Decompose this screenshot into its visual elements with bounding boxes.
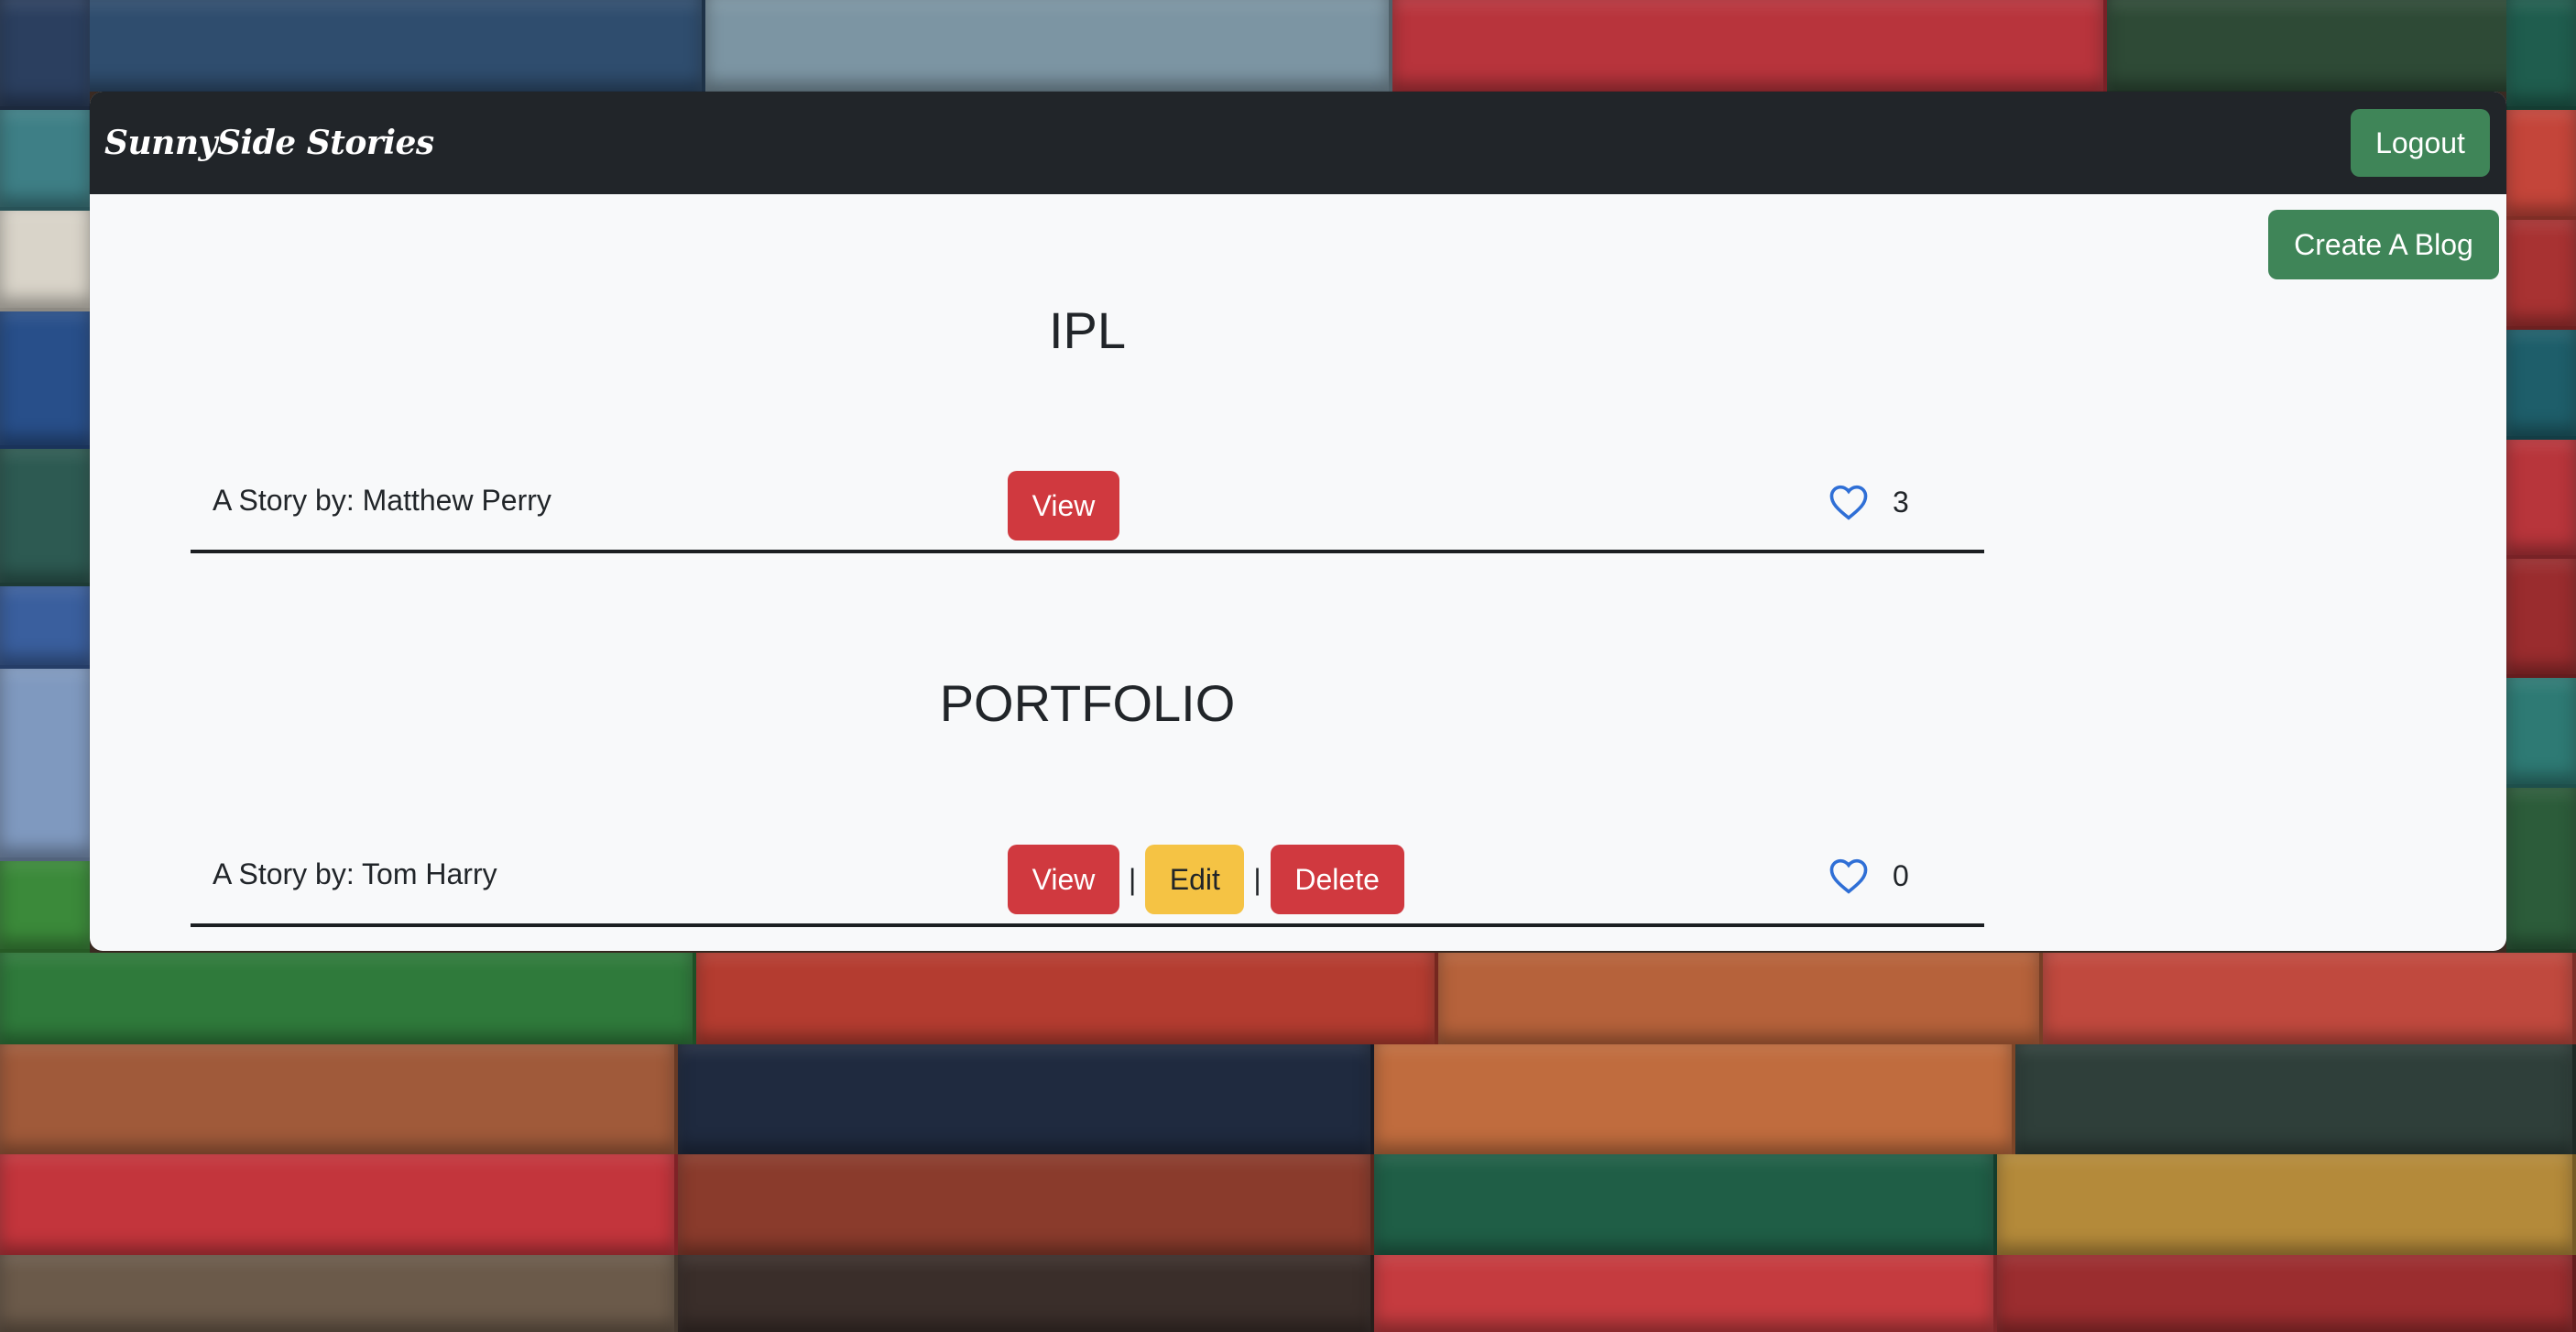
like-group: 3 xyxy=(1828,484,1909,520)
logout-button[interactable]: Logout xyxy=(2351,109,2490,177)
view-button[interactable]: View xyxy=(1008,471,1119,540)
delete-button[interactable]: Delete xyxy=(1270,845,1404,914)
post-actions: View xyxy=(1008,471,1119,540)
heart-outline-icon[interactable] xyxy=(1828,484,1869,520)
create-blog-button[interactable]: Create A Blog xyxy=(2268,210,2499,279)
heart-outline-icon[interactable] xyxy=(1828,857,1869,894)
edit-button[interactable]: Edit xyxy=(1145,845,1245,914)
view-button[interactable]: View xyxy=(1008,845,1119,914)
like-count: 3 xyxy=(1893,485,1909,519)
post-actions: View | Edit | Delete xyxy=(1008,845,1404,914)
post-meta-row: A Story by: Tom Harry View | Edit | Dele… xyxy=(191,845,1984,927)
action-separator: | xyxy=(1253,862,1261,896)
post-title: IPL xyxy=(1048,301,1127,359)
like-group: 0 xyxy=(1828,857,1909,894)
action-separator: | xyxy=(1129,862,1137,896)
like-count: 0 xyxy=(1893,858,1909,892)
top-navbar: SunnySide Stories Logout xyxy=(90,92,2506,194)
brand-logo[interactable]: SunnySide Stories xyxy=(104,124,434,162)
post-title: PORTFOLIO xyxy=(939,674,1236,732)
post-author: A Story by: Tom Harry xyxy=(213,857,497,890)
post-meta-row: A Story by: Matthew Perry View 3 xyxy=(191,471,1984,553)
blog-list-card: SunnySide Stories Logout Create A Blog I… xyxy=(90,92,2506,951)
post-author: A Story by: Matthew Perry xyxy=(213,484,551,517)
